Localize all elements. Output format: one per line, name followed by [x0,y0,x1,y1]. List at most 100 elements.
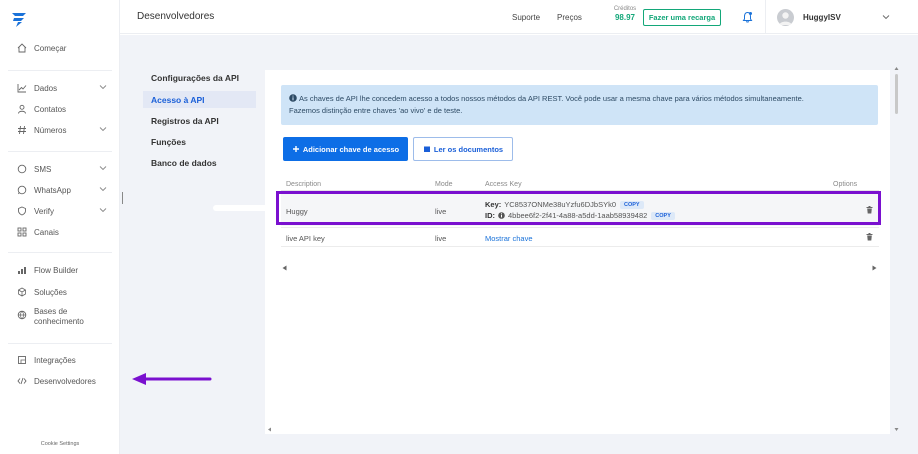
credits-display: Créditos 98.97 [610,6,640,22]
page-title: Desenvolvedores [137,11,215,22]
table-scroll-right-icon[interactable] [872,265,877,271]
sidebar-item-label: Contatos [34,104,67,114]
show-key-link[interactable]: Mostrar chave [485,234,533,243]
chat-icon [16,163,28,175]
avatar[interactable] [777,9,794,26]
column-header-mode: Mode [435,181,453,188]
topbar: Desenvolvedores Suporte Preços Créditos … [120,0,918,34]
subnav-item-banco-de-dados[interactable]: Banco de dados [143,154,256,171]
sidebar-item-comecar[interactable]: Começar [16,40,111,56]
sidebar-item-flow-builder[interactable]: Flow Builder [16,262,111,278]
table-scroll-left-icon[interactable] [282,265,287,271]
sidebar-item-label: Começar [34,43,67,53]
flow-icon [16,264,28,276]
chevron-down-icon [99,85,107,90]
read-docs-label: Ler os documentos [433,144,504,154]
sidebar-item-label: Verify [34,206,55,216]
sidebar-item-numeros[interactable]: Números [16,122,111,138]
sidebar: Começar Dados Contatos Números SMS Whats… [0,0,120,454]
column-header-options: Options [833,181,858,188]
divider [8,70,112,71]
scroll-up-icon[interactable] [894,66,899,71]
chevron-down-icon [99,127,107,132]
sidebar-item-bases-de-conhecimento[interactable]: Bases de conhecimento [16,307,111,331]
credits-value: 98.97 [614,13,636,22]
chevron-down-icon [99,187,107,192]
book-icon [423,146,430,152]
subnav-item-funcoes[interactable]: Funções [143,133,256,150]
sidebar-item-label: Integrações [34,355,76,365]
sidebar-item-label: Números [34,125,67,135]
username[interactable]: HuggyISV [803,13,841,22]
hash-icon [16,124,28,136]
divider [8,252,112,253]
person-icon [16,103,28,115]
chevron-down-icon[interactable] [882,13,890,21]
plus-icon [292,146,299,152]
whatsapp-icon [16,184,28,196]
read-docs-button[interactable]: Ler os documentos [413,137,513,161]
sidebar-item-label: Soluções [34,287,67,297]
sidebar-item-integracoes[interactable]: Integrações [16,352,111,368]
sidebar-item-label: Bases de conhecimento [34,307,84,326]
subnav-item-acesso-api[interactable]: Acesso à API [143,91,256,108]
divider [281,246,879,247]
info-icon [289,94,297,102]
sidebar-item-label: Dados [34,83,58,93]
sidebar-item-desenvolvedores[interactable]: Desenvolvedores [16,373,111,389]
cookie-settings-link[interactable]: Cookie Settings [0,441,120,447]
divider [8,151,112,152]
support-link[interactable]: Suporte [512,13,540,22]
sidebar-item-label: Flow Builder [34,265,79,275]
column-header-description: Description [286,181,322,188]
highlight-box [276,191,881,225]
sidebar-item-sms[interactable]: SMS [16,161,111,177]
annotation-mark [213,205,271,211]
app-logo-icon[interactable] [10,10,28,28]
globe-icon [16,309,28,321]
column-header-access-key: Access Key [485,181,522,188]
sidebar-item-dados[interactable]: Dados [16,80,111,96]
scroll-left-icon[interactable] [267,427,272,432]
row-description: live API key [286,234,325,243]
grid-icon [16,226,28,238]
divider [765,0,766,34]
user-icon [779,12,792,25]
info-banner: As chaves de API lhe concedem acesso a t… [281,85,878,125]
scroll-down-icon[interactable] [894,427,899,432]
code-icon [16,375,28,387]
bell-icon[interactable] [742,11,753,23]
divider [281,227,879,228]
resize-handle[interactable] [122,192,123,204]
scrollbar[interactable] [895,74,898,114]
chevron-down-icon [99,208,107,213]
sidebar-item-verify[interactable]: Verify [16,203,111,219]
chevron-down-icon [99,166,107,171]
trash-icon[interactable] [866,233,873,241]
sidebar-item-contatos[interactable]: Contatos [16,101,111,117]
info-text-line1: As chaves de API lhe concedem acesso a t… [299,94,804,103]
prices-link[interactable]: Preços [557,13,582,22]
add-access-key-button[interactable]: Adicionar chave de acesso [283,137,408,161]
sidebar-item-whatsapp[interactable]: WhatsApp [16,182,111,198]
info-text-line2: Fazemos distinção entre chaves 'ao vivo'… [289,106,463,115]
shield-check-icon [16,205,28,217]
subnav-item-configuracoes-api[interactable]: Configurações da API [143,69,256,86]
box-icon [16,286,28,298]
recharge-button[interactable]: Fazer uma recarga [643,9,721,26]
puzzle-icon [16,354,28,366]
sidebar-item-label: WhatsApp [34,185,71,195]
divider [8,343,112,344]
sidebar-item-label: SMS [34,164,52,174]
chart-icon [16,82,28,94]
credits-label: Créditos [613,6,637,12]
sidebar-item-label: Desenvolvedores [34,376,96,386]
sidebar-item-label: Canais [34,227,59,237]
add-access-key-label: Adicionar chave de acesso [302,144,400,154]
arrow-annotation-icon [132,373,212,385]
sidebar-item-canais[interactable]: Canais [16,224,111,240]
row-mode: live [435,234,447,243]
sidebar-item-solucoes[interactable]: Soluções [16,284,111,300]
subnav-item-registros-api[interactable]: Registros da API [143,112,256,129]
home-icon [16,42,28,54]
